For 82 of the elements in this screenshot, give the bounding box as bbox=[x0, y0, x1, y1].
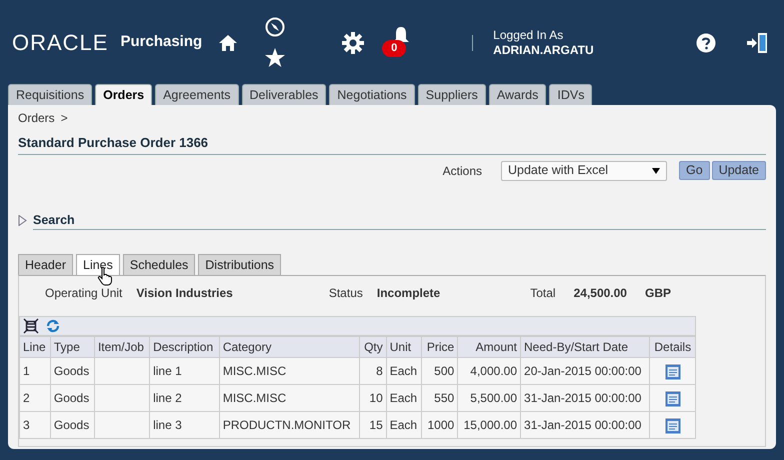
nav-tab[interactable]: Awards bbox=[488, 84, 546, 105]
table-cell: Each bbox=[386, 358, 422, 385]
app-title: Purchasing bbox=[120, 32, 202, 52]
nav-tab[interactable]: Agreements bbox=[155, 84, 238, 105]
table-cell: Each bbox=[386, 412, 422, 439]
column-header: Qty bbox=[360, 336, 386, 358]
actions-label: Actions bbox=[442, 162, 482, 180]
column-header: Details bbox=[650, 336, 696, 358]
table-cell: Each bbox=[386, 384, 422, 412]
sub-tab[interactable]: Lines bbox=[76, 254, 120, 276]
column-header: Item/Job bbox=[94, 336, 150, 358]
column-header: Description bbox=[150, 336, 220, 358]
nav-tab[interactable]: Deliverables bbox=[242, 84, 326, 105]
column-header: Need-By/Start Date bbox=[520, 336, 650, 358]
actions-dropdown[interactable]: Update with Excel bbox=[501, 160, 667, 180]
action-button[interactable]: Go bbox=[679, 161, 710, 180]
column-header: Line bbox=[20, 336, 50, 358]
column-header: Amount bbox=[458, 336, 521, 358]
caret-icon bbox=[652, 168, 660, 174]
field-value: Incomplete bbox=[376, 285, 440, 302]
table-cell: 31-Jan-2015 00:00:00 bbox=[520, 384, 650, 412]
search-toggle[interactable]: Search bbox=[33, 212, 75, 226]
sub-tab[interactable]: Schedules bbox=[122, 254, 196, 276]
field-value: 24,500.00 bbox=[574, 285, 627, 302]
table-cell: 15 bbox=[360, 412, 386, 439]
nav-tab[interactable]: IDVs bbox=[549, 84, 592, 105]
field-label: Total bbox=[530, 285, 556, 302]
field-value: Vision Industries bbox=[136, 285, 233, 302]
nav-tab[interactable]: Negotiations bbox=[329, 84, 415, 105]
logged-in-label: Logged In As bbox=[493, 28, 564, 42]
column-header: Price bbox=[422, 336, 458, 358]
expand-icon[interactable] bbox=[18, 214, 27, 226]
table-cell: 1 bbox=[20, 358, 50, 385]
currency-code: GBP bbox=[644, 285, 671, 302]
table-cell: line 2 bbox=[150, 384, 220, 412]
table-cell: 550 bbox=[422, 384, 458, 412]
column-header: Category bbox=[219, 336, 360, 358]
user-name: ADRIAN.ARGATU bbox=[493, 42, 594, 58]
star-icon[interactable] bbox=[264, 47, 286, 68]
compass-icon[interactable] bbox=[265, 17, 286, 37]
sub-tab[interactable]: Distributions bbox=[198, 254, 282, 276]
table-cell: 4,000.00 bbox=[458, 358, 521, 385]
home-icon[interactable] bbox=[218, 34, 238, 52]
help-icon[interactable] bbox=[696, 32, 716, 52]
table-cell: 8 bbox=[360, 358, 386, 385]
nav-tab[interactable]: Suppliers bbox=[418, 84, 486, 105]
details-icon[interactable] bbox=[664, 391, 681, 408]
exit-icon[interactable] bbox=[746, 32, 768, 54]
sub-tab[interactable]: Header bbox=[18, 254, 73, 276]
table-cell: 10 bbox=[360, 384, 386, 412]
table-cell: 3 bbox=[20, 412, 50, 439]
table-cell: line 1 bbox=[150, 358, 220, 385]
notification-count: 0 bbox=[382, 40, 406, 56]
field-label: Status bbox=[328, 285, 363, 302]
table-cell: 15,000.00 bbox=[458, 412, 521, 439]
table-cell: Goods bbox=[50, 358, 94, 385]
maximize-icon[interactable] bbox=[23, 318, 39, 334]
action-button[interactable]: Update bbox=[712, 161, 766, 180]
table-cell: Goods bbox=[50, 412, 94, 439]
field-label: Operating Unit bbox=[45, 285, 122, 302]
table-cell: 31-Jan-2015 00:00:00 bbox=[520, 412, 650, 439]
table-cell: Goods bbox=[50, 384, 94, 412]
table-cell: 20-Jan-2015 00:00:00 bbox=[520, 358, 650, 385]
table-cell: MISC.MISC bbox=[219, 384, 360, 412]
refresh-icon[interactable] bbox=[45, 318, 61, 334]
details-icon[interactable] bbox=[664, 364, 681, 380]
nav-tab[interactable]: Requisitions bbox=[8, 84, 92, 105]
table-cell: PRODUCTN.MONITOR bbox=[219, 412, 360, 439]
table-cell: line 3 bbox=[150, 412, 220, 439]
table-cell: MISC.MISC bbox=[219, 358, 360, 385]
table-cell: 2 bbox=[20, 384, 50, 412]
page-title: Standard Purchase Order 1366 bbox=[18, 133, 766, 154]
logo: ORACLE bbox=[12, 29, 108, 57]
nav-tab[interactable]: Orders bbox=[95, 84, 152, 105]
table-cell: 500 bbox=[422, 358, 458, 385]
table-cell: 1000 bbox=[422, 412, 458, 439]
details-icon[interactable] bbox=[664, 418, 681, 434]
breadcrumb-link[interactable]: Orders bbox=[18, 109, 55, 127]
breadcrumb-separator: > bbox=[60, 110, 68, 127]
table-cell: 5,500.00 bbox=[458, 384, 521, 412]
column-header: Unit bbox=[386, 336, 422, 358]
column-header: Type bbox=[50, 336, 94, 358]
